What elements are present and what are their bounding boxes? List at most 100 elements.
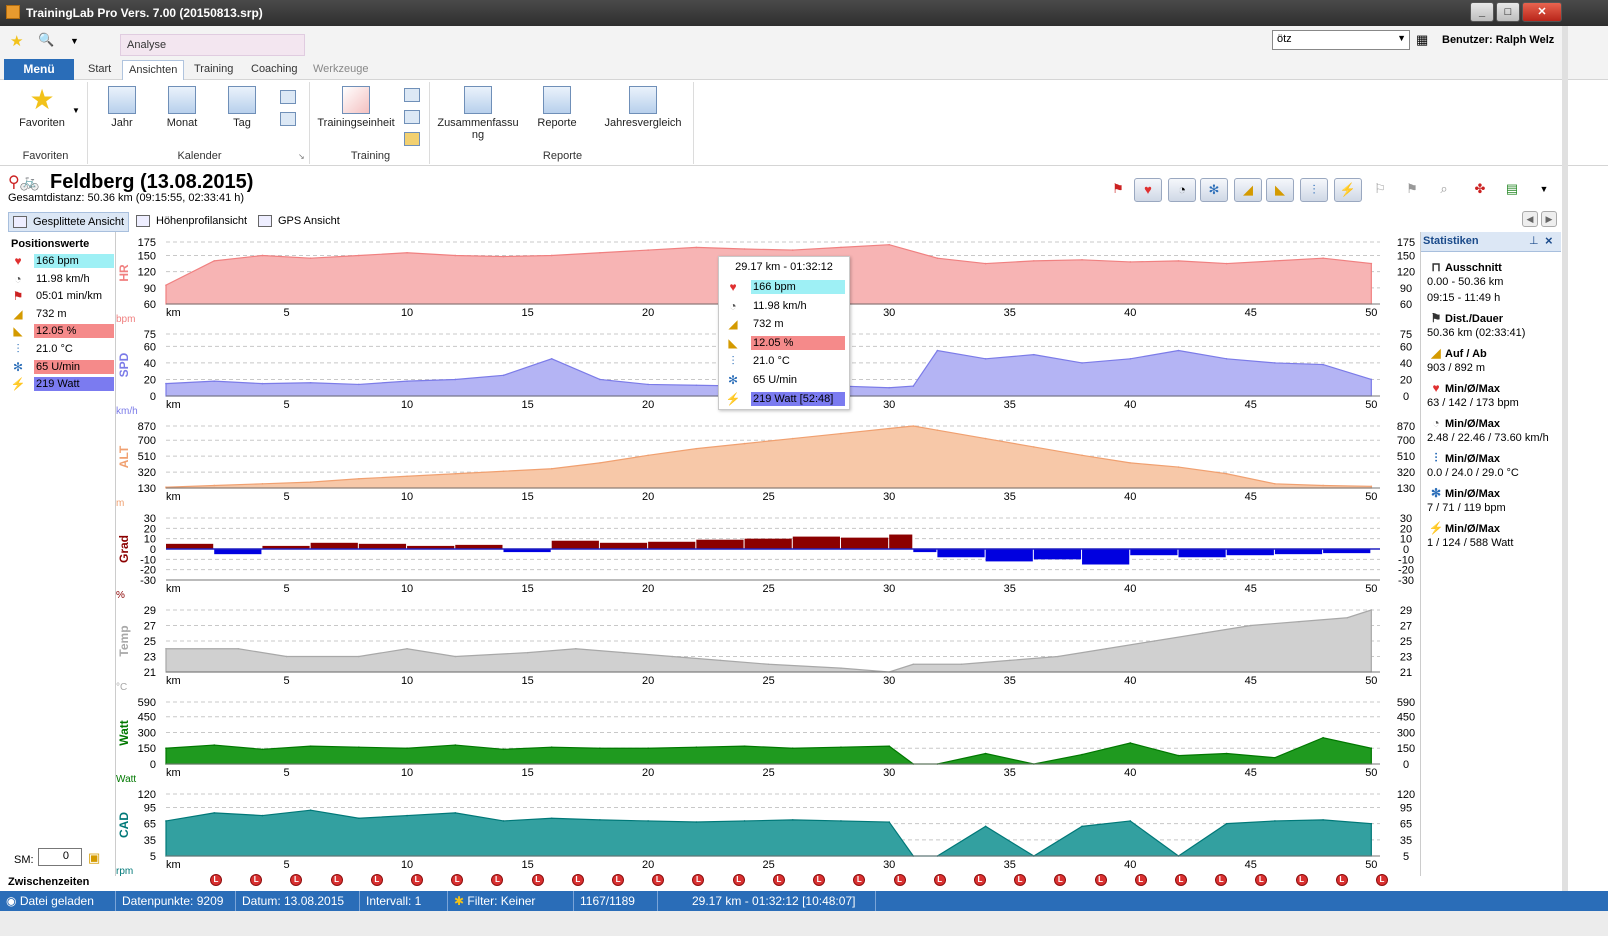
tab-werkzeuge[interactable]: Werkzeuge [307,60,374,80]
jahr-button[interactable]: Jahr [100,86,144,129]
search-combo[interactable]: ötz ▼ [1272,30,1410,50]
stat-label: Min/Ø/Max [1445,523,1501,535]
calendar-print-icon[interactable] [280,112,296,126]
cadence-toggle-icon[interactable]: ✻ [1200,178,1228,202]
tooltip-row: ♥ 166 bpm [725,280,845,294]
split-marker[interactable]: L [1255,874,1268,886]
split-marker[interactable]: L [1174,874,1187,886]
minimize-button[interactable]: _ [1470,2,1494,22]
toolbar-dropdown-icon[interactable]: ▼ [1530,178,1558,202]
tab-coaching[interactable]: Coaching [245,60,303,80]
split-marker[interactable]: L [411,874,424,886]
split-marker[interactable]: L [290,874,303,886]
split-marker[interactable]: L [652,874,665,886]
split-marker[interactable]: L [933,874,946,886]
user-icon: ▦ [1416,32,1429,47]
data-point [767,663,770,666]
gradient-toggle-icon[interactable]: ◣ [1266,178,1294,202]
chart-icon[interactable]: ▤ [1498,178,1526,202]
split-marker[interactable]: L [1335,874,1348,886]
split-marker[interactable]: L [813,874,826,886]
panel-unit: % [116,590,125,601]
split-marker[interactable]: L [1054,874,1067,886]
chart-panel-cad[interactable]: 5 535 3565 6595 95120 120CADrpmkm 5 10 15 20 25 30 3… [116,789,1415,876]
x-tick-label: 50 [1365,583,1377,595]
chart-panel-grad[interactable]: -30 -30-20 -20-10 -100 010 1020 2030 30Grad%km 5… [116,513,1414,601]
tag-button[interactable]: Tag [220,86,264,129]
calendar-list-icon[interactable] [280,90,296,104]
chart-panel-watt[interactable]: 0 0 150 150 300 300 450 450 590 590 Watt Watt km 5 10 1… [116,697,1415,785]
close-button[interactable]: ✕ [1522,2,1562,22]
sm-stepper[interactable]: 0 [38,848,82,866]
split-marker[interactable]: L [1295,874,1308,886]
split-marker[interactable]: L [692,874,705,886]
view-tab-elevation[interactable]: Höhenprofilansicht [132,212,251,232]
zusammenfassung-button[interactable]: Zusammenfassu ng [436,86,520,141]
zoom-icon[interactable]: ⌕ [1430,178,1458,202]
split-marker[interactable]: L [250,874,263,886]
split-marker[interactable]: L [370,874,383,886]
climb-icon[interactable]: ⚑ [1398,178,1426,202]
tab-training[interactable]: Training [188,60,239,80]
nav-right-icon[interactable]: ▶ [1541,211,1557,227]
temperature-toggle-icon[interactable]: ⫶ [1300,178,1328,202]
training-compare-icon[interactable] [404,88,420,102]
split-marker[interactable]: L [1094,874,1107,886]
split-marker[interactable]: L [571,874,584,886]
chart-panel-temp[interactable]: 21 21 23 23 25 25 27 27 29 29 Temp °C km 5 10 15 20 25 30 3… [116,605,1412,693]
split-marker[interactable]: L [893,874,906,886]
search-doc-icon[interactable]: 🔍 [38,32,54,48]
x-tick-label: 15 [521,491,533,503]
close-panel-icon[interactable]: × [1545,233,1553,248]
favoriten-dropdown-icon[interactable]: ▼ [72,106,80,115]
qat-dropdown-icon[interactable]: ▼ [70,36,79,46]
jahresvergleich-button[interactable]: Jahresvergleich [598,86,688,129]
right-edge-scrollbar[interactable] [1562,26,1568,891]
tab-start[interactable]: Start [82,60,117,80]
view-tab-split[interactable]: Gesplittete Ansicht [8,212,130,232]
runner-toggle-icon[interactable]: ⚑ [1104,178,1132,202]
split-marker[interactable]: L [210,874,222,886]
pin-icon[interactable]: ⊥ [1529,234,1539,247]
folder-icon[interactable]: ▣ [88,850,100,866]
split-marker[interactable]: L [772,874,785,886]
split-marker[interactable]: L [973,874,986,886]
split-marker[interactable]: L [612,874,625,886]
status-filter[interactable]: ✱ Filter: Keiner [448,891,574,911]
split-marker[interactable]: L [853,874,866,886]
maximize-button[interactable]: □ [1496,2,1520,22]
heart-toggle-icon[interactable]: ♥ [1134,178,1162,202]
training-bars-icon[interactable] [404,110,420,124]
nav-left-icon[interactable]: ◀ [1522,211,1538,227]
data-point [888,745,890,747]
gradient-bar [792,536,840,549]
split-marker[interactable]: L [1376,874,1388,886]
menu-button[interactable]: Menü [4,59,74,80]
combo-arrow-icon[interactable]: ▼ [1397,33,1406,43]
split-marker[interactable]: L [531,874,544,886]
trainingseinheit-button[interactable]: Trainingseinheit [316,86,396,129]
speed-toggle-icon[interactable]: ◔ [1168,178,1196,202]
favoriten-button[interactable]: ★ Favoriten [12,86,72,130]
x-axis-unit: km [166,767,181,779]
split-marker[interactable]: L [1134,874,1147,886]
training-slope-icon[interactable] [404,132,420,146]
altitude-toggle-icon[interactable]: ◢ [1234,178,1262,202]
split-marker[interactable]: L [491,874,504,886]
chart-panel-alt[interactable]: 130 130320 320510 510700 700870 870ALTmkm 5 10 1… [116,421,1415,509]
split-marker[interactable]: L [451,874,464,886]
y-tick-label-right: 300 [1397,727,1415,739]
reporte-button[interactable]: Reporte [532,86,582,129]
walk-icon[interactable]: ⚐ [1366,178,1394,202]
favorites-star-icon[interactable]: ★ [10,32,23,50]
tab-ansichten[interactable]: Ansichten [122,60,185,80]
altitude-icon: ◢ [728,317,738,332]
split-marker[interactable]: L [1215,874,1228,886]
split-marker[interactable]: L [732,874,745,886]
monat-button[interactable]: Monat [160,86,204,129]
view-tab-gps[interactable]: GPS Ansicht [254,212,344,232]
split-marker[interactable]: L [1014,874,1027,886]
route-icon[interactable]: ✤ [1466,178,1494,202]
split-marker[interactable]: L [330,874,343,886]
power-toggle-icon[interactable]: ⚡ [1334,178,1362,202]
